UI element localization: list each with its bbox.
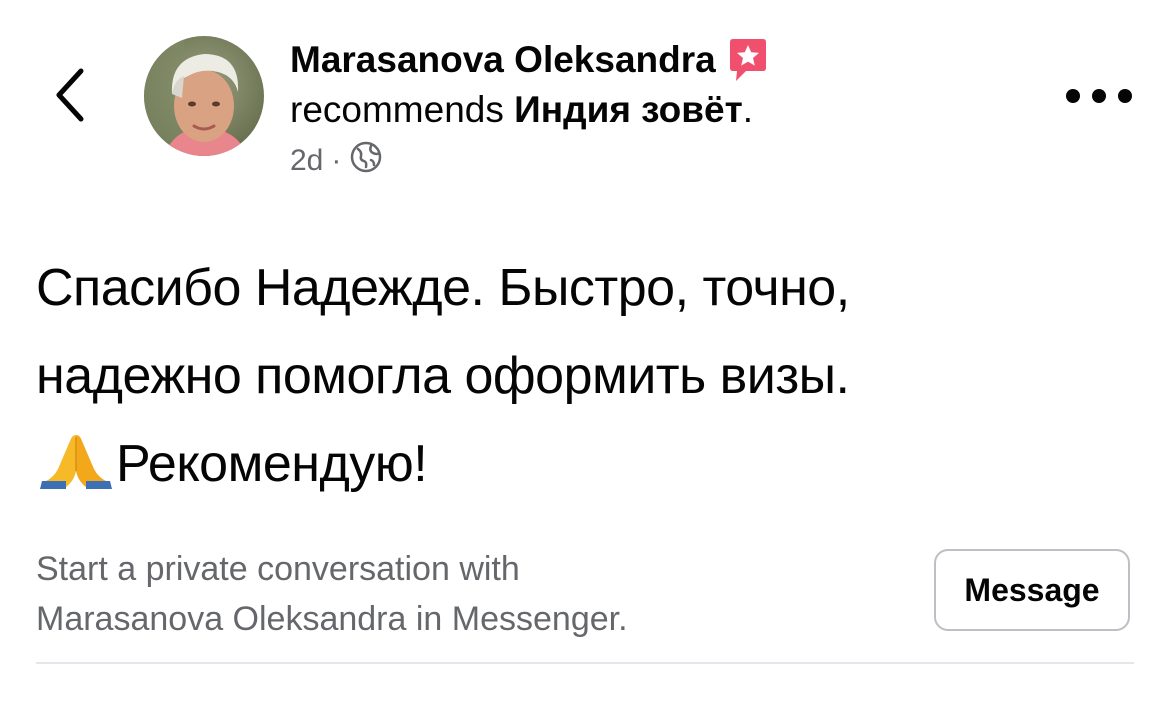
back-button[interactable] [40,60,100,130]
post-time[interactable]: 2d [290,144,323,178]
chevron-left-icon [56,68,84,122]
messenger-cta-line-2: Marasanova Oleksandra in Messenger. [36,600,628,638]
author-avatar[interactable] [144,36,264,156]
post-body-line: Спасибо Надежде. Быстро, точно, [36,259,850,317]
post-body: Спасибо Надежде. Быстро, точно, надежно … [36,244,1146,508]
recommendation-star-badge-icon [726,36,770,84]
page-name-suffix: . [742,89,753,130]
more-options-button[interactable] [1066,78,1132,114]
post-header: Marasanova Oleksandra recommends Индия з… [290,36,1050,182]
messenger-cta-line-1: Start a private conversation with [36,550,520,588]
post-body-line: надежно помогла оформить визы. [36,347,850,405]
meta-separator: · [331,144,342,177]
messenger-cta-text: Start a private conversation with Marasa… [36,544,896,644]
message-button[interactable]: Message [934,549,1130,631]
post-body-last-line: Рекомендую! [116,435,428,493]
author-name[interactable]: Marasanova Oleksandra [290,39,716,81]
folded-hands-emoji [36,428,116,489]
globe-icon[interactable] [349,140,383,182]
recommends-text: recommends [290,89,504,130]
page-name-link[interactable]: Индия зовёт [514,89,743,130]
more-horizontal-icon [1066,89,1080,103]
divider [36,662,1134,664]
